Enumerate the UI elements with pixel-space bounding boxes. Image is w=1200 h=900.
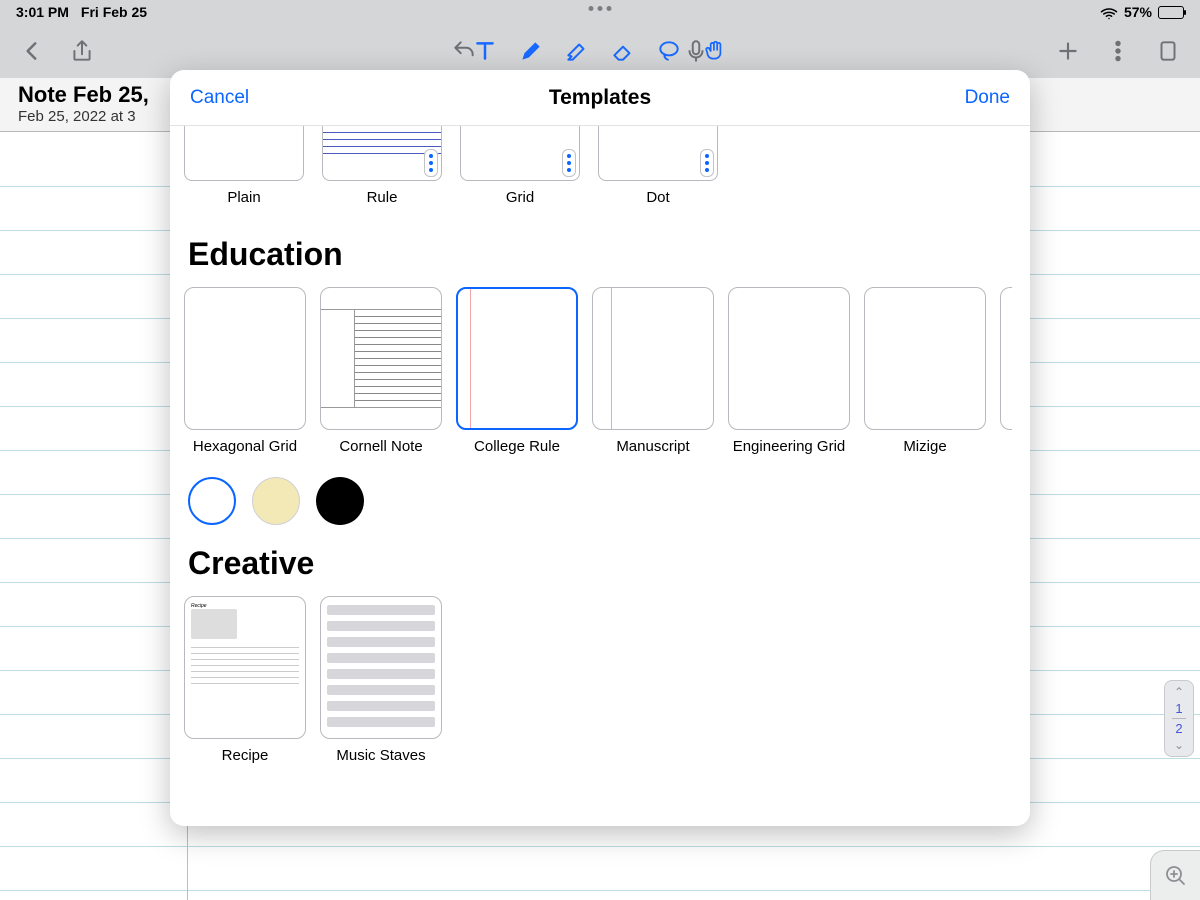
more-options-icon[interactable]	[562, 149, 576, 177]
current-page: 1	[1175, 701, 1182, 716]
chevron-up-icon[interactable]: ⌃	[1174, 685, 1184, 699]
multitask-dots-icon[interactable]	[589, 6, 612, 11]
back-icon[interactable]	[18, 37, 46, 65]
template-manuscript[interactable]: Manuscript	[592, 287, 714, 455]
creative-templates-row: Recipe Recipe Music Staves	[184, 596, 1016, 764]
template-grid[interactable]: Grid	[460, 126, 580, 206]
template-partial-next[interactable]	[1000, 287, 1012, 430]
share-icon[interactable]	[68, 37, 96, 65]
template-cornell-note[interactable]: Cornell Note	[320, 287, 442, 455]
template-hexagonal-grid[interactable]: Hexagonal Grid	[184, 287, 306, 455]
template-rule[interactable]: Rule	[322, 126, 442, 206]
section-education-title: Education	[188, 236, 1016, 273]
status-date: Fri Feb 25	[81, 4, 147, 20]
zoom-button[interactable]	[1150, 850, 1200, 900]
battery-percentage: 57%	[1124, 4, 1152, 20]
total-pages: 2	[1175, 721, 1182, 736]
eraser-tool-icon[interactable]	[609, 37, 637, 65]
lasso-tool-icon[interactable]	[655, 37, 683, 65]
template-music-staves[interactable]: Music Staves	[320, 596, 442, 764]
chevron-down-icon[interactable]: ⌄	[1174, 738, 1184, 752]
more-options-icon[interactable]	[700, 149, 714, 177]
highlighter-tool-icon[interactable]	[563, 37, 591, 65]
template-college-rule[interactable]: College Rule	[456, 287, 578, 455]
status-time: 3:01 PM	[16, 4, 69, 20]
basic-templates-row: Plain Rule Grid Dot	[184, 126, 1016, 216]
page-indicator[interactable]: ⌃ 1 2 ⌄	[1164, 680, 1194, 757]
color-cream[interactable]	[252, 477, 300, 525]
education-templates-row: Hexagonal Grid Cornell Note College Rule…	[184, 287, 1016, 455]
hand-tool-icon[interactable]	[701, 37, 729, 65]
section-creative-title: Creative	[188, 545, 1016, 582]
done-button[interactable]: Done	[965, 87, 1010, 109]
modal-title: Templates	[549, 86, 651, 110]
text-tool-icon[interactable]	[471, 37, 499, 65]
more-options-icon[interactable]	[1104, 37, 1132, 65]
color-black[interactable]	[316, 477, 364, 525]
battery-icon	[1158, 6, 1184, 19]
status-bar: 3:01 PM Fri Feb 25 57%	[0, 0, 1200, 24]
template-recipe[interactable]: Recipe Recipe	[184, 596, 306, 764]
template-plain[interactable]: Plain	[184, 126, 304, 206]
add-icon[interactable]	[1054, 37, 1082, 65]
color-white[interactable]	[188, 477, 236, 525]
pages-icon[interactable]	[1154, 37, 1182, 65]
wifi-icon	[1100, 5, 1118, 19]
template-dot[interactable]: Dot	[598, 126, 718, 206]
template-engineering-grid[interactable]: Engineering Grid	[728, 287, 850, 455]
template-mizige[interactable]: Mizige	[864, 287, 986, 455]
templates-modal: Cancel Templates Done Plain Rule Grid Do…	[170, 70, 1030, 826]
cancel-button[interactable]: Cancel	[190, 87, 249, 109]
pen-tool-icon[interactable]	[517, 37, 545, 65]
more-options-icon[interactable]	[424, 149, 438, 177]
color-swatches	[188, 477, 1016, 525]
